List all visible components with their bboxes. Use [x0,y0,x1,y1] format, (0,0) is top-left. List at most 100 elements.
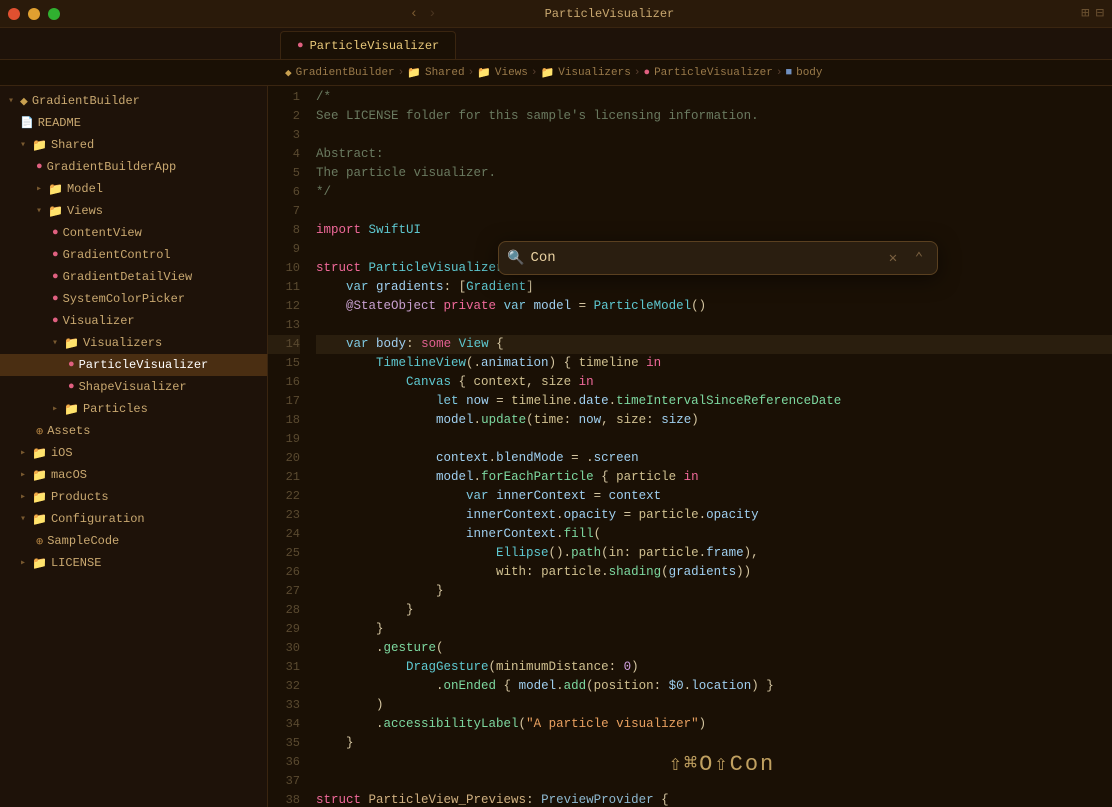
split-button[interactable]: ⊟ [1096,5,1104,22]
sidebar-item-gradientcontrol[interactable]: ● GradientControl [0,244,267,266]
sidebar-item-configuration[interactable]: ▾ 📁 Configuration [0,508,267,530]
collapsed-icon-license: ▸ [20,557,26,569]
ln-25: 25 [268,544,300,563]
breadcrumb-sep-1: › [398,67,405,79]
sidebar-item-gradientbuilder[interactable]: ▾ ◆ GradientBuilder [0,90,267,112]
sidebar-label-shared: Shared [51,138,94,152]
collapsed-icon-particles: ▸ [52,403,58,415]
swift-icon-sv: ● [68,381,75,393]
sidebar-label-particles: Particles [83,402,148,416]
search-clear-button[interactable]: ✕ [883,248,903,268]
project-icon: ◆ [285,66,292,80]
sidebar-item-views[interactable]: ▾ 📁 Views [0,200,267,222]
ln-32: 32 [268,677,300,696]
close-button[interactable] [8,8,20,20]
sidebar-item-macos[interactable]: ▸ 📁 macOS [0,464,267,486]
sidebar-item-samplecode[interactable]: ⊕ SampleCode [0,530,267,552]
folder-icon-macos: 📁 [32,468,47,483]
code-line-24: innerContext.fill( [316,525,1112,544]
expand-icon-visualizers: ▾ [52,337,58,349]
code-line-1: /* [316,88,1112,107]
breadcrumb-body-label: body [796,67,822,79]
folder-icon-3: 📁 [541,66,555,80]
expand-icon-shared: ▾ [20,139,26,151]
sidebar-item-assets[interactable]: ⊕ Assets [0,420,267,442]
code-content: /* See LICENSE folder for this sample's … [308,86,1112,807]
breadcrumb-views[interactable]: 📁 Views [477,66,528,80]
sidebar-label-model: Model [67,182,103,196]
sidebar-label-assets: Assets [47,424,90,438]
inspector-button[interactable]: ⊞ [1081,5,1089,22]
sidebar-item-ios[interactable]: ▸ 📁 iOS [0,442,267,464]
search-input[interactable] [530,250,877,266]
swift-icon-gba: ● [36,161,43,173]
breadcrumb-body[interactable]: ■ body [786,67,823,79]
sidebar-item-particlevisualizer[interactable]: ● ParticleVisualizer [0,354,267,376]
sidebar-item-visualizer[interactable]: ● Visualizer [0,310,267,332]
sidebar-label-shapevisualizer: ShapeVisualizer [79,380,187,394]
ln-17: 17 [268,392,300,411]
sidebar-item-model[interactable]: ▸ 📁 Model [0,178,267,200]
ln-6: 6 [268,183,300,202]
sidebar-item-contentview[interactable]: ● ContentView [0,222,267,244]
ln-15: 15 [268,354,300,373]
code-line-38: struct ParticleView_Previews: PreviewPro… [316,791,1112,807]
breadcrumb-pv-label: ParticleVisualizer [654,67,773,79]
editor[interactable]: 1 2 3 4 5 6 7 8 9 10 11 12 13 14 15 16 1… [268,86,1112,807]
ln-2: 2 [268,107,300,126]
tab-bar: ● ParticleVisualizer [0,28,1112,60]
sidebar-item-gradientbuilderapp[interactable]: ● GradientBuilderApp [0,156,267,178]
folder-icon-license: 📁 [32,556,47,571]
swift-icon-gc: ● [52,249,59,261]
main-area: ▾ ◆ GradientBuilder 📄 README ▾ 📁 Shared … [0,86,1112,807]
search-overlay: 🔍 ✕ ⌃ [498,241,938,275]
search-icon: 🔍 [507,250,524,267]
sidebar-item-visualizers-folder[interactable]: ▾ 📁 Visualizers [0,332,267,354]
code-line-16: Canvas { context, size in [316,373,1112,392]
nav-forward-button[interactable]: › [424,6,440,22]
ln-31: 31 [268,658,300,677]
breadcrumb-shared[interactable]: 📁 Shared [407,66,464,80]
sidebar-item-readme[interactable]: 📄 README [0,112,267,134]
sidebar-label-license: LICENSE [51,556,101,570]
breadcrumb-sep-4: › [634,67,641,79]
sidebar-item-systemcolorpicker[interactable]: ● SystemColorPicker [0,288,267,310]
collapsed-icon-model: ▸ [36,183,42,195]
maximize-button[interactable] [48,8,60,20]
sidebar-label-gradientbuilder: GradientBuilder [32,94,140,108]
sidebar-label-particlevisualizer: ParticleVisualizer [79,358,209,372]
sidebar-label-systemcolorpicker: SystemColorPicker [63,292,185,306]
ln-11: 11 [268,278,300,297]
breadcrumb-bar: ◆ GradientBuilder › 📁 Shared › 📁 Views ›… [0,60,1112,86]
sidebar-item-shapevisualizer[interactable]: ● ShapeVisualizer [0,376,267,398]
toolbar: ‹ › ParticleVisualizer ⊞ ⊟ [0,0,1112,28]
ln-18: 18 [268,411,300,430]
search-next-button[interactable]: ⌃ [909,248,929,268]
sidebar-item-shared[interactable]: ▾ 📁 Shared [0,134,267,156]
tab-swift-icon: ● [297,40,304,52]
breadcrumb-project[interactable]: ◆ GradientBuilder [285,66,395,80]
ln-23: 23 [268,506,300,525]
code-line-15: TimelineView(.animation) { timeline in [316,354,1112,373]
sidebar-label-contentview: ContentView [63,226,142,240]
nav-back-button[interactable]: ‹ [406,6,422,22]
sidebar-item-particles[interactable]: ▸ 📁 Particles [0,398,267,420]
sidebar: ▾ ◆ GradientBuilder 📄 README ▾ 📁 Shared … [0,86,268,807]
swift-icon-gdv: ● [52,271,59,283]
code-line-5: The particle visualizer. [316,164,1112,183]
sidebar-item-gradientdetailview[interactable]: ● GradientDetailView [0,266,267,288]
sidebar-label-products: Products [51,490,109,504]
minimize-button[interactable] [28,8,40,20]
code-line-33: ) [316,696,1112,715]
sidebar-item-products[interactable]: ▸ 📁 Products [0,486,267,508]
sidebar-label-visualizer: Visualizer [63,314,135,328]
breadcrumb-particle-visualizer[interactable]: ● ParticleVisualizer [643,67,772,79]
particle-visualizer-tab[interactable]: ● ParticleVisualizer [280,31,456,59]
code-area: 1 2 3 4 5 6 7 8 9 10 11 12 13 14 15 16 1… [268,86,1112,807]
sidebar-item-license[interactable]: ▸ 📁 LICENSE [0,552,267,574]
breadcrumb-visualizers[interactable]: 📁 Visualizers [541,66,631,80]
ln-5: 5 [268,164,300,183]
ln-34: 34 [268,715,300,734]
ln-13: 13 [268,316,300,335]
file-icon-readme: 📄 [20,116,34,130]
